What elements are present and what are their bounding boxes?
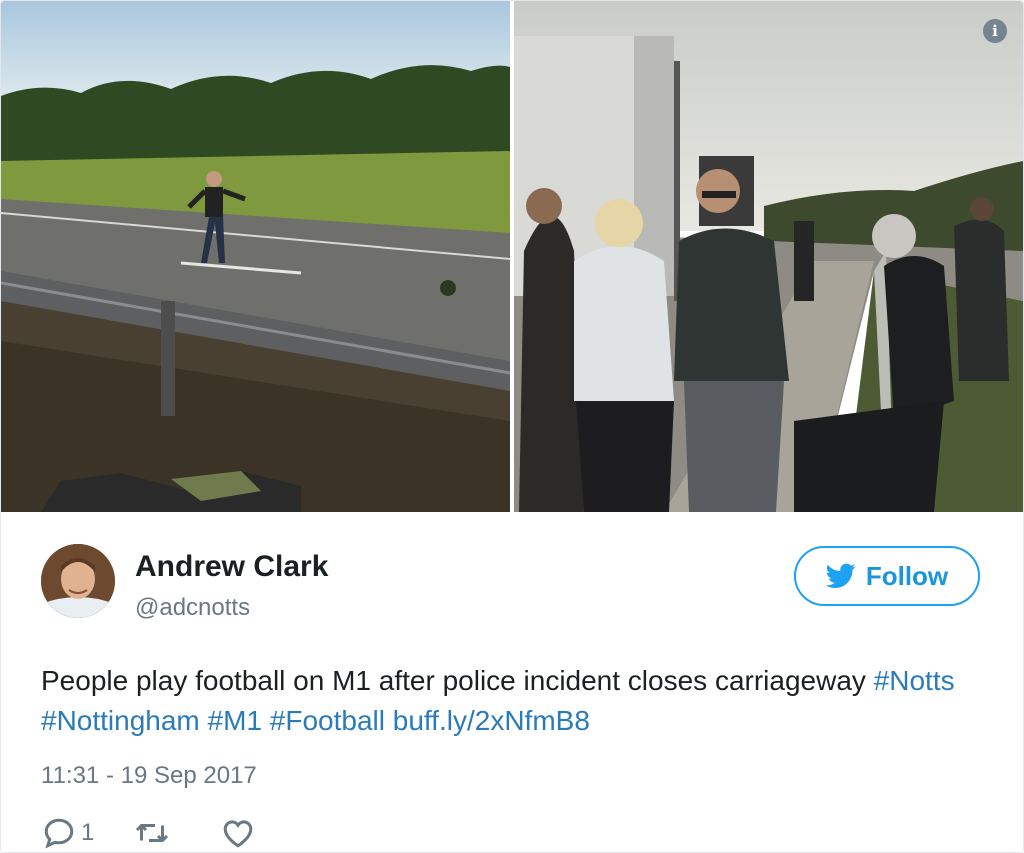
reply-button[interactable]: 1 <box>41 815 94 851</box>
twitter-bird-icon <box>825 563 856 588</box>
photo-right[interactable] <box>514 1 1023 512</box>
like-button[interactable] <box>220 815 256 851</box>
follow-label: Follow <box>865 560 949 591</box>
tweet-actions: 1 <box>41 813 256 852</box>
hashtag-notts[interactable]: #Notts <box>874 665 955 696</box>
avatar[interactable] <box>41 544 115 618</box>
reply-icon <box>44 818 74 849</box>
football-on-motorway-image <box>1 1 510 512</box>
tweet-timestamp[interactable]: 11:31 - 19 Sep 2017 <box>41 762 257 790</box>
info-icon[interactable]: i <box>983 19 1007 43</box>
tweet-text: People play football on M1 after police … <box>41 661 1001 741</box>
retweet-icon <box>136 824 169 842</box>
hashtag-nottingham[interactable]: #Nottingham <box>41 705 200 736</box>
tweet-card: i Andrew Clark @adcnotts Follow People p… <box>0 0 1024 853</box>
hashtag-football[interactable]: #Football <box>270 705 385 736</box>
author-name[interactable]: Andrew Clark <box>135 550 328 584</box>
tweet-text-plain: People play football on M1 after police … <box>41 665 874 696</box>
reply-count: 1 <box>81 819 95 846</box>
avatar-photo <box>41 544 115 618</box>
follow-button[interactable]: Follow <box>794 546 980 606</box>
photo-left[interactable] <box>1 1 510 512</box>
tweet-media[interactable]: i <box>1 1 1023 512</box>
hashtag-m1[interactable]: #M1 <box>208 705 262 736</box>
heart-icon <box>224 820 253 848</box>
retweet-button[interactable] <box>134 815 170 851</box>
author-handle[interactable]: @adcnotts <box>135 594 250 622</box>
tweet-link[interactable]: buff.ly/2xNfmB8 <box>393 705 590 736</box>
people-by-motorway-image <box>514 1 1023 512</box>
